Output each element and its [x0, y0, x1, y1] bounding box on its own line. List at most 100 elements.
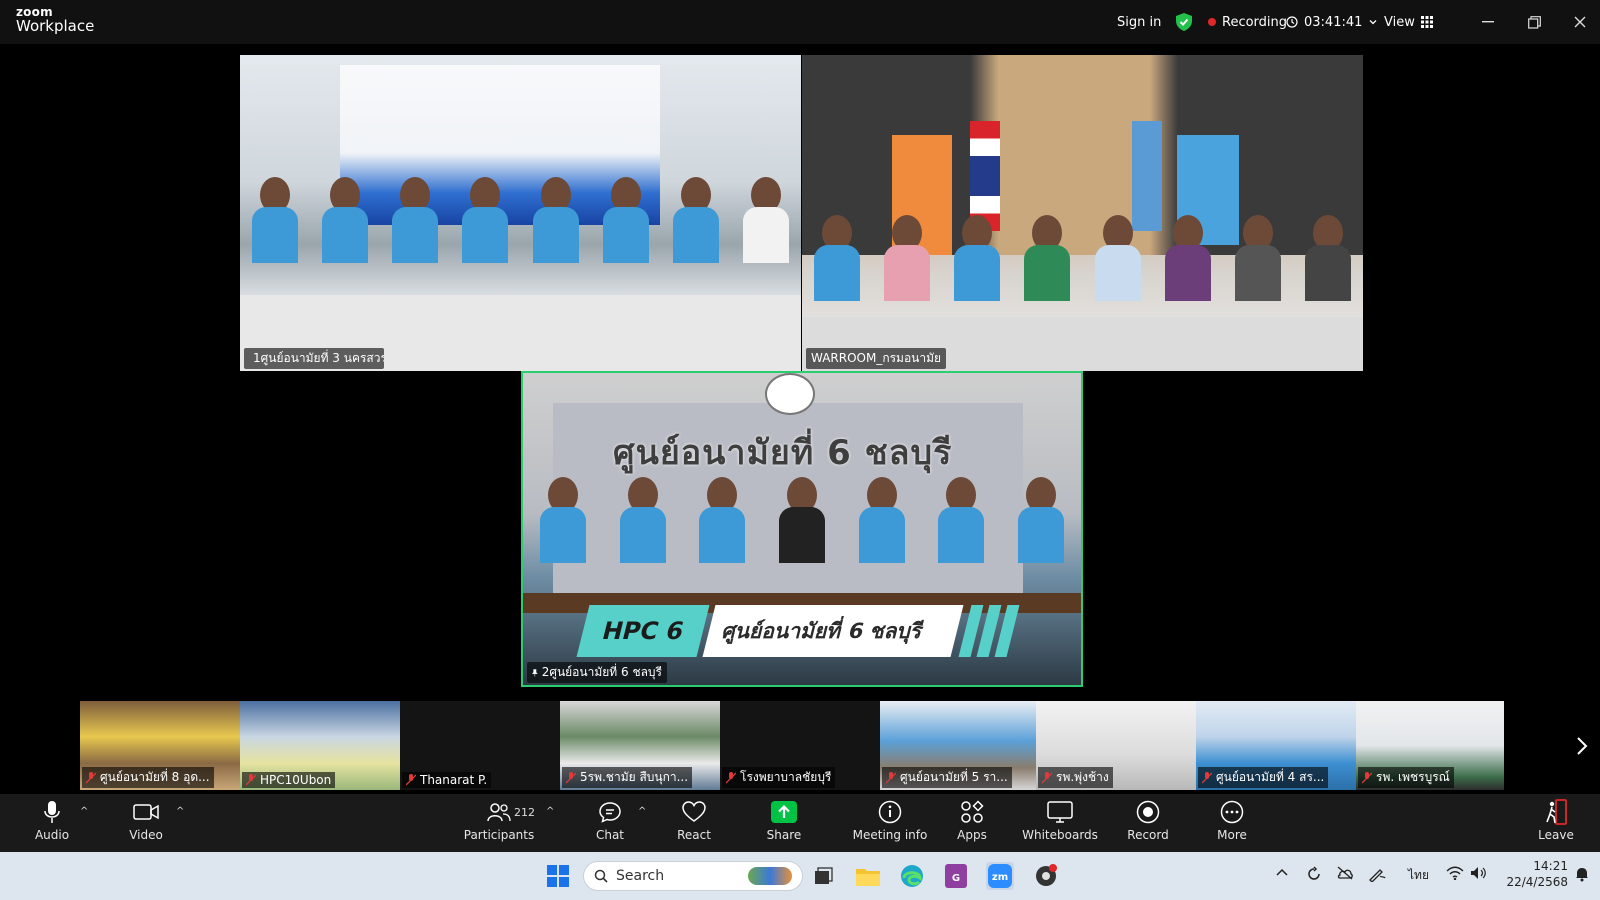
mic-muted-icon [86, 771, 96, 783]
volume-icon[interactable] [1470, 866, 1488, 883]
tile-name: 1ศูนย์อนามัยที่ 3 นครสวรรค์ [253, 351, 384, 365]
edge-browser-icon[interactable] [898, 862, 926, 890]
thumbnail-tile[interactable]: Thanarat P. [400, 701, 560, 790]
participants-group [240, 177, 801, 267]
grid-icon [1420, 16, 1433, 28]
whiteboards-button[interactable]: Whiteboards [1022, 798, 1098, 848]
thumbnail-tile[interactable]: รพ.พุ่งช้าง [1036, 701, 1196, 790]
meeting-info-button[interactable]: Meeting info [848, 798, 932, 848]
microphone-icon [44, 801, 60, 823]
more-label: More [1217, 828, 1247, 842]
thumb-name: รพ.พุ่งช้าง [1056, 770, 1109, 784]
thumb-name: ศูนย์อนามัยที่ 4 สร... [1216, 770, 1325, 784]
participants-options-caret-icon[interactable]: ^ [546, 806, 554, 817]
pen-input-icon[interactable] [1368, 866, 1386, 885]
zoom-logo: zoom Workplace [16, 6, 94, 34]
thumb-nameplate: Thanarat P. [402, 772, 492, 788]
minimize-icon[interactable] [1476, 10, 1500, 34]
chevron-down-icon [1369, 20, 1377, 25]
mic-muted-icon [726, 771, 736, 783]
apps-button[interactable]: Apps [954, 798, 990, 848]
zoom-taskbar-icon[interactable]: zm [986, 862, 1014, 890]
taskbar-search-box[interactable]: Search [583, 861, 803, 891]
video-button[interactable]: Video [128, 798, 164, 848]
mic-muted-icon [406, 774, 416, 786]
close-icon[interactable] [1568, 10, 1592, 34]
chrome-icon[interactable] [1032, 862, 1060, 890]
recording-dot-icon [1208, 18, 1216, 26]
thumb-nameplate: โรงพยาบาลชัยบุรี [722, 767, 836, 788]
thumbnail-tile[interactable]: ศูนย์อนามัยที่ 4 สร... [1196, 701, 1356, 790]
mic-muted-icon [1202, 771, 1212, 783]
video-label: Video [129, 828, 163, 842]
restore-icon[interactable] [1522, 10, 1546, 34]
video-tile-warroom[interactable]: WARROOM_กรมอนามัย [802, 55, 1363, 371]
thumb-nameplate: ศูนย์อนามัยที่ 4 สร... [1198, 767, 1329, 788]
leave-button[interactable]: Leave [1538, 798, 1574, 848]
participants-icon [487, 803, 511, 822]
notification-bell-icon[interactable] [1574, 866, 1590, 885]
audio-button[interactable]: Audio [34, 798, 70, 848]
recording-label: Recording [1222, 14, 1288, 30]
share-button[interactable]: Share [766, 798, 802, 848]
participants-count: 212 [514, 806, 535, 819]
thumbnail-tile[interactable]: ศูนย์อนามัยที่ 8 อุด... [80, 701, 240, 790]
thumb-nameplate: HPC10Ubon [242, 772, 336, 788]
whiteboard-icon [1047, 801, 1073, 823]
more-button[interactable]: More [1214, 798, 1250, 848]
windows-taskbar: Search G zm ไทย 14:21 22/4/2568 [0, 852, 1600, 900]
meeting-controls-bar: Audio ^ Video ^ Participants 212 ^ Chat … [0, 794, 1600, 852]
record-button[interactable]: Record [1127, 798, 1169, 848]
thumbnail-tile[interactable]: รพ. เพชรบูรณ์ [1356, 701, 1504, 790]
search-highlight-icon [748, 867, 792, 885]
thumb-nameplate: รพ. เพชรบูรณ์ [1358, 767, 1454, 788]
sync-icon[interactable] [1306, 866, 1322, 885]
chat-label: Chat [595, 828, 625, 842]
thumb-nameplate: 5รพ.ชามัย สืบนุกา... [562, 767, 693, 788]
view-button[interactable]: View [1384, 12, 1433, 32]
language-indicator[interactable]: ไทย [1408, 866, 1429, 885]
hpc-stripes [958, 605, 1020, 657]
recording-indicator[interactable]: Recording [1208, 12, 1287, 32]
video-tile-hpc6-active-speaker[interactable]: ศูนย์อนามัยที่ 6 ชลบุรี HPC 6 ศูนย์อนามั… [521, 371, 1083, 687]
record-label: Record [1127, 828, 1169, 842]
thumb-name: โรงพยาบาลชัยบุรี [740, 770, 832, 784]
cloud-offline-icon[interactable] [1336, 866, 1354, 883]
task-view-icon[interactable] [809, 862, 837, 890]
taskbar-clock[interactable]: 14:21 22/4/2568 [1498, 858, 1568, 890]
pin-icon [532, 668, 538, 676]
video-options-caret-icon[interactable]: ^ [176, 806, 184, 817]
hpc-title: ศูนย์อนามัยที่ 6 ชลบุรี [702, 605, 964, 657]
audio-options-caret-icon[interactable]: ^ [80, 806, 88, 817]
title-bar: zoom Workplace Sign in Recording 03:41:4… [0, 0, 1600, 44]
apps-label: Apps [957, 828, 987, 842]
react-button[interactable]: React [676, 798, 712, 848]
thumb-name: 5รพ.ชามัย สืบนุกา... [580, 770, 689, 784]
windows-start-icon[interactable] [544, 862, 572, 890]
thumbnail-tile[interactable]: 5รพ.ชามัย สืบนุกา... [560, 701, 720, 790]
thumbnail-tile[interactable]: HPC10Ubon [240, 701, 400, 790]
tray-overflow-chevron-icon[interactable] [1276, 866, 1288, 880]
meeting-timer[interactable]: 03:41:41 [1286, 12, 1378, 32]
file-explorer-icon[interactable] [854, 862, 882, 890]
thumb-nameplate: รพ.พุ่งช้าง [1038, 767, 1113, 788]
pdf-app-icon[interactable]: G [942, 862, 970, 890]
thumbnail-tile[interactable]: ศูนย์อนามัยที่ 5 รา... [880, 701, 1036, 790]
video-tile-hpc3[interactable]: 1ศูนย์อนามัยที่ 3 นครสวรรค์ [240, 55, 801, 371]
apps-icon [961, 800, 984, 823]
sign-in-link[interactable]: Sign in [1117, 12, 1161, 32]
chevron-right-icon[interactable] [1572, 732, 1592, 760]
participants-label: Participants [463, 828, 535, 842]
thumb-name: ศูนย์อนามัยที่ 8 อุด... [100, 770, 210, 784]
chat-options-caret-icon[interactable]: ^ [638, 806, 646, 817]
video-camera-icon [133, 804, 159, 820]
thumbnail-tile[interactable]: โรงพยาบาลชัยบุรี [720, 701, 880, 790]
hpc-badge: HPC 6 [576, 605, 710, 657]
encryption-shield-icon[interactable] [1176, 12, 1192, 32]
tile-nameplate: 2ศูนย์อนามัยที่ 6 ชลบุรี [527, 662, 667, 683]
wifi-icon[interactable] [1446, 866, 1464, 883]
chat-button[interactable]: Chat [592, 798, 628, 848]
thumb-name: Thanarat P. [420, 773, 488, 787]
svg-text:G: G [952, 873, 960, 884]
participants-group [523, 477, 1081, 567]
